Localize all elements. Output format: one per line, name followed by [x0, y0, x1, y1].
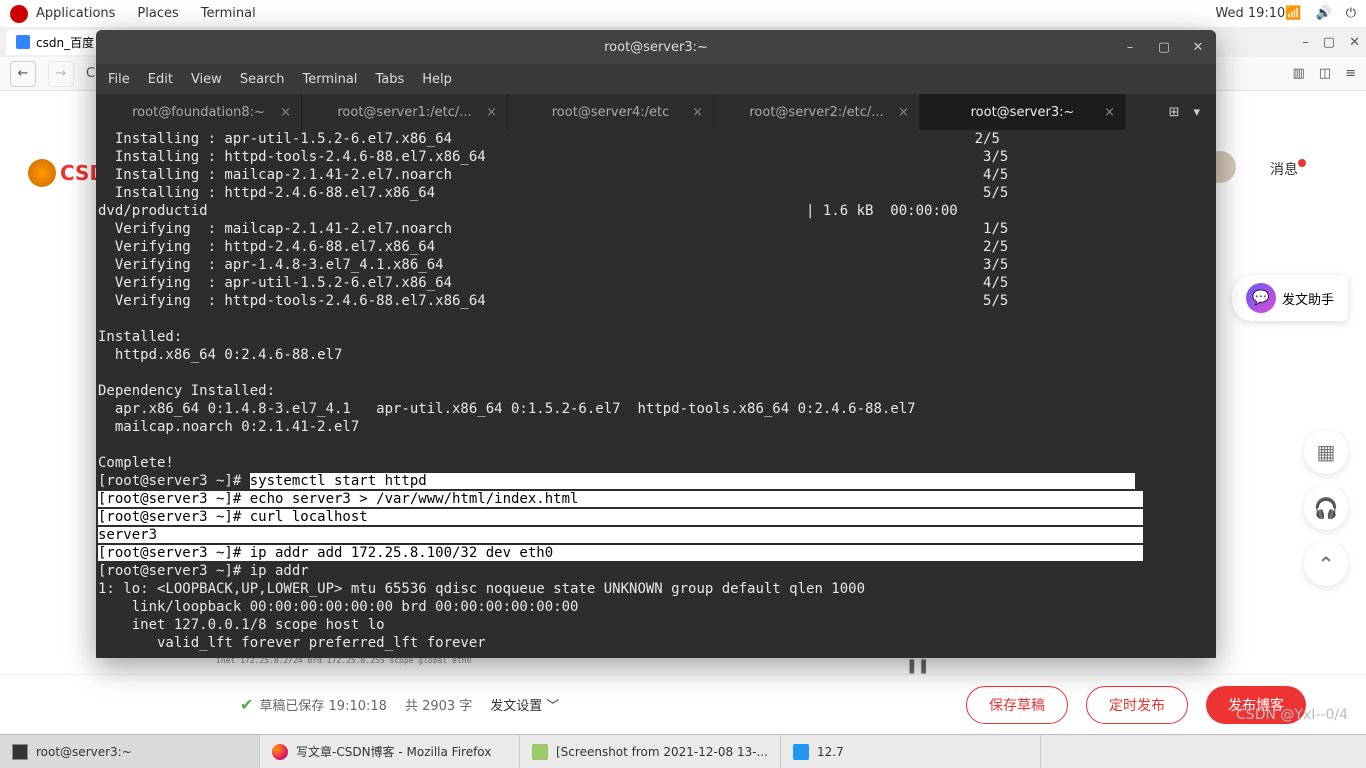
terminal-tab-3[interactable]: root@server2:/etc/...×: [714, 94, 920, 130]
menu-icon[interactable]: ≡: [1345, 66, 1356, 81]
tab-menu-icon[interactable]: ▾: [1193, 105, 1200, 120]
close-icon[interactable]: ×: [692, 105, 703, 120]
back-button[interactable]: ←: [10, 61, 36, 87]
image-icon: [532, 744, 548, 760]
firefox-maximize[interactable]: ▢: [1323, 35, 1335, 50]
chat-bubble-icon: 💬: [1246, 283, 1276, 313]
messages-link[interactable]: 消息: [1270, 159, 1306, 179]
terminal-minimize[interactable]: –: [1120, 40, 1140, 55]
taskbar-item-screenshot[interactable]: [Screenshot from 2021-12-08 13-...: [520, 735, 781, 768]
csdn-monkey-icon: [28, 159, 56, 187]
pause-icon: ❚❚: [906, 658, 929, 674]
word-count: 共 2903 字: [405, 695, 472, 714]
terminal-tab-0[interactable]: root@foundation8:~×: [96, 94, 302, 130]
terminal-tab-4[interactable]: root@server3:~×: [920, 94, 1126, 130]
draft-saved-status: ✔草稿已保存 19:10:18: [240, 695, 387, 714]
terminal-highlighted-block: [root@server3 ~]# echo server3 > /var/ww…: [98, 491, 1143, 561]
firefox-tab[interactable]: csdn_百度: [6, 30, 104, 55]
volume-icon[interactable]: 🔊: [1316, 6, 1332, 21]
gnome-taskbar: root@server3:~ 写文章-CSDN博客 - Mozilla Fire…: [0, 734, 1366, 768]
menu-terminal[interactable]: Terminal: [302, 72, 357, 87]
terminal-menubar: File Edit View Search Terminal Tabs Help: [96, 64, 1216, 94]
terminal-title: root@server3:~: [604, 40, 708, 55]
clock: Wed 19:10: [1215, 6, 1285, 21]
csdn-watermark: CSDN @YxI--0/4: [1236, 707, 1348, 723]
menu-tabs[interactable]: Tabs: [375, 72, 404, 87]
menu-view[interactable]: View: [191, 72, 222, 87]
support-button[interactable]: 🎧: [1304, 486, 1348, 530]
taskbar-item-firefox[interactable]: 写文章-CSDN博客 - Mozilla Firefox: [260, 735, 520, 768]
chevron-down-icon: ﹀: [546, 695, 559, 714]
document-icon: [793, 744, 809, 760]
terminal-icon: [12, 744, 28, 760]
menu-search[interactable]: Search: [240, 72, 285, 87]
menu-help[interactable]: Help: [422, 72, 452, 87]
firefox-tab-title: csdn_百度: [36, 34, 94, 51]
terminal-maximize[interactable]: ▢: [1154, 40, 1174, 55]
new-tab-icon[interactable]: ⊞: [1169, 105, 1180, 120]
applications-menu[interactable]: Applications: [36, 6, 115, 21]
terminal-titlebar[interactable]: root@server3:~ – ▢ ✕: [96, 30, 1216, 64]
terminal-highlighted-1: systemctl start httpd: [250, 473, 1135, 489]
firefox-minimize[interactable]: –: [1302, 35, 1309, 50]
places-menu[interactable]: Places: [137, 6, 178, 21]
wifi-icon[interactable]: 📶: [1285, 6, 1301, 21]
schedule-publish-button[interactable]: 定时发布: [1086, 686, 1188, 724]
terminal-tabs: root@foundation8:~× root@server1:/etc/..…: [96, 94, 1216, 130]
close-icon[interactable]: ×: [898, 105, 909, 120]
menu-file[interactable]: File: [108, 72, 130, 87]
chevron-up-icon: ⌃: [1318, 552, 1335, 576]
baidu-favicon-icon: [16, 35, 30, 49]
editor-statusbar: ✔草稿已保存 19:10:18 共 2903 字 发文设置﹀ 保存草稿 定时发布…: [0, 674, 1366, 734]
terminal-close[interactable]: ✕: [1188, 40, 1208, 55]
firefox-icon: [272, 744, 288, 760]
close-icon[interactable]: ×: [486, 105, 497, 120]
back-to-top-button[interactable]: ⌃: [1304, 542, 1348, 586]
library-icon[interactable]: ▥: [1293, 66, 1305, 81]
publish-helper[interactable]: 💬 发文助手: [1232, 275, 1348, 321]
publish-helper-label: 发文助手: [1282, 289, 1334, 308]
terminal-prompt: [root@server3 ~]#: [98, 473, 250, 489]
terminal-content[interactable]: Installing : apr-util-1.5.2-6.el7.x86_64…: [96, 130, 1216, 658]
firefox-close[interactable]: ✕: [1349, 35, 1360, 50]
close-icon[interactable]: ×: [1104, 105, 1115, 120]
power-icon[interactable]: ⏻: [1346, 6, 1356, 21]
close-icon[interactable]: ×: [280, 105, 291, 120]
save-draft-button[interactable]: 保存草稿: [966, 686, 1068, 724]
notification-dot-icon: [1298, 159, 1306, 167]
sidebar-icon[interactable]: ◫: [1319, 66, 1331, 81]
menu-edit[interactable]: Edit: [148, 72, 173, 87]
forward-button[interactable]: →: [48, 61, 74, 87]
gnome-top-bar: Applications Places Terminal Wed 19:10 📶…: [0, 0, 1366, 27]
terminal-output-top: Installing : apr-util-1.5.2-6.el7.x86_64…: [98, 131, 1008, 471]
terminal-output-bottom: [root@server3 ~]# ip addr 1: lo: <LOOPBA…: [98, 563, 865, 651]
redhat-icon: [10, 5, 28, 23]
qr-icon: ▦: [1317, 440, 1336, 464]
qr-code-button[interactable]: ▦: [1304, 430, 1348, 474]
taskbar-item-doc[interactable]: 12.7: [781, 735, 1041, 768]
headset-icon: 🎧: [1314, 496, 1339, 520]
taskbar-item-terminal[interactable]: root@server3:~: [0, 735, 260, 768]
publish-settings[interactable]: 发文设置﹀: [490, 695, 559, 714]
terminal-tab-2[interactable]: root@server4:/etc×: [508, 94, 714, 130]
terminal-menu[interactable]: Terminal: [201, 6, 256, 21]
terminal-window: root@server3:~ – ▢ ✕ File Edit View Sear…: [96, 30, 1216, 658]
check-icon: ✔: [240, 695, 253, 714]
terminal-tab-1[interactable]: root@server1:/etc/...×: [302, 94, 508, 130]
